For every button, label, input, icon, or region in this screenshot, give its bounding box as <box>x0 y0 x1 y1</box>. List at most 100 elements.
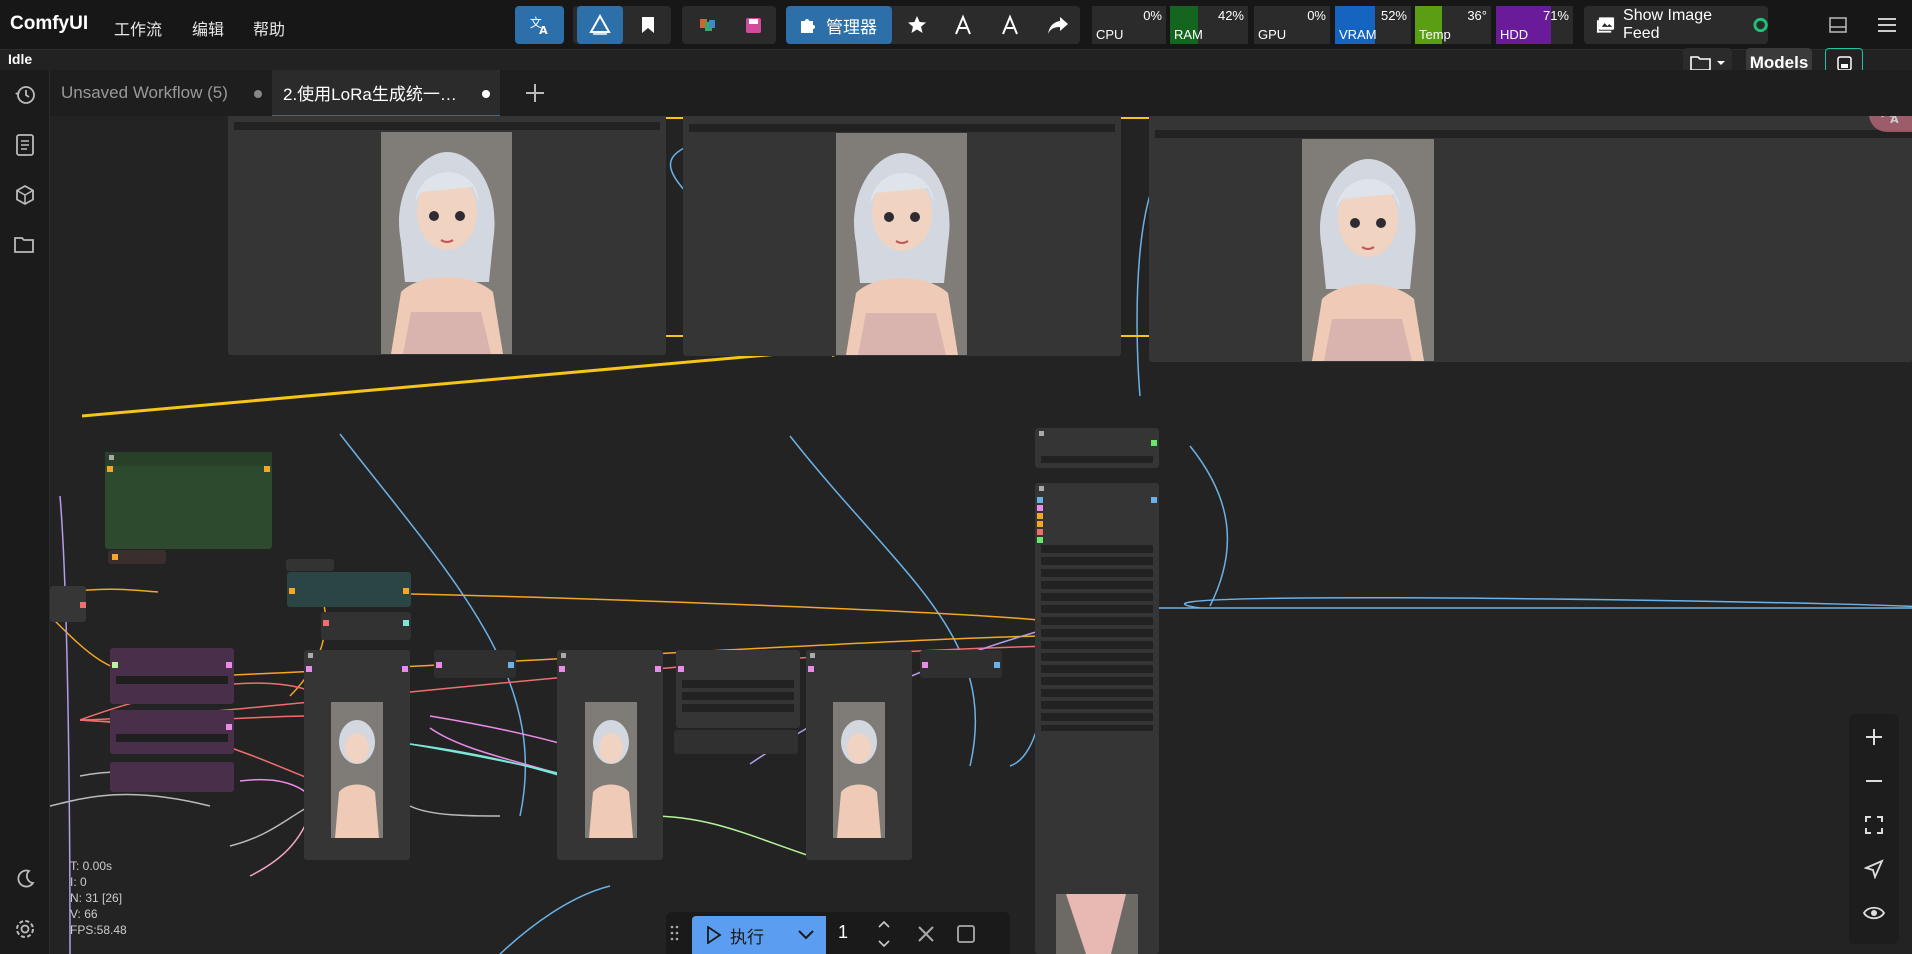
share-button[interactable] <box>1038 6 1078 44</box>
output-port[interactable] <box>226 724 232 730</box>
theme-toggle-button[interactable] <box>12 866 38 892</box>
widget-row[interactable] <box>682 692 794 700</box>
node-widget[interactable] <box>1041 456 1153 463</box>
star-button[interactable] <box>897 6 937 44</box>
stop-button[interactable] <box>956 924 976 944</box>
settings-button[interactable] <box>12 916 38 942</box>
sub-node[interactable] <box>674 730 798 754</box>
checkpoint-loader-node[interactable] <box>105 452 272 549</box>
input-port[interactable] <box>678 666 684 672</box>
prompt-node-1[interactable] <box>110 648 234 704</box>
reroute-node[interactable] <box>286 559 334 571</box>
collapse-handle[interactable] <box>308 653 313 658</box>
output-port[interactable] <box>1151 440 1157 446</box>
output-port[interactable] <box>1151 497 1157 503</box>
image-batch-node[interactable] <box>1035 483 1159 954</box>
small-node[interactable] <box>108 550 166 564</box>
widget-row[interactable] <box>682 704 794 712</box>
main-menu-button[interactable] <box>1870 6 1904 44</box>
collapse-handle[interactable] <box>561 653 566 658</box>
zoom-out-button[interactable] <box>1859 766 1889 796</box>
output-port[interactable] <box>403 588 409 594</box>
latent-node[interactable] <box>434 650 516 678</box>
queue-button[interactable] <box>12 132 38 158</box>
zoom-in-button[interactable] <box>1859 722 1889 752</box>
output-port[interactable] <box>402 666 408 672</box>
input-port[interactable] <box>922 662 928 668</box>
output-port[interactable] <box>264 466 270 472</box>
new-tab-button[interactable] <box>522 80 548 106</box>
collapse-handle[interactable] <box>810 653 815 658</box>
input-port[interactable] <box>1037 521 1043 527</box>
input-port[interactable] <box>306 666 312 672</box>
drag-handle[interactable] <box>670 924 680 942</box>
preview-image-node-3[interactable] <box>1149 116 1912 362</box>
run-button[interactable]: 执行 <box>692 916 786 954</box>
text-widget[interactable] <box>116 734 228 742</box>
export-api-button[interactable] <box>990 6 1030 44</box>
export-button[interactable] <box>943 6 983 44</box>
prompt-node-3[interactable] <box>110 762 234 792</box>
node-widget[interactable] <box>1155 130 1912 138</box>
select-mode-button[interactable] <box>1859 854 1889 884</box>
input-port[interactable] <box>112 662 118 668</box>
fit-view-button[interactable] <box>1859 810 1889 840</box>
input-port[interactable] <box>1037 537 1043 543</box>
collapse-handle[interactable] <box>1039 486 1044 491</box>
small-top-node[interactable] <box>1035 428 1159 468</box>
tab-lora-workflow[interactable]: 2.使用LoRa生成统一… <box>272 70 500 116</box>
collapse-handle[interactable] <box>109 455 114 460</box>
workflow-button[interactable] <box>577 6 623 44</box>
node-graph-canvas[interactable]: 文A <box>50 116 1912 954</box>
workflows-button[interactable] <box>12 232 38 258</box>
menu-edit[interactable]: 编辑 <box>192 16 224 40</box>
manager-button[interactable]: 管理器 <box>786 6 892 44</box>
palette-button[interactable] <box>688 6 728 44</box>
toggle-panel-button[interactable] <box>1823 6 1853 44</box>
settings-node[interactable] <box>676 650 800 728</box>
batch-count-stepper[interactable] <box>876 916 892 950</box>
output-port[interactable] <box>508 662 514 668</box>
bookmark-button[interactable] <box>628 6 668 44</box>
output-port[interactable] <box>655 666 661 672</box>
output-port[interactable] <box>226 662 232 668</box>
input-port[interactable] <box>1037 497 1043 503</box>
batch-count-input[interactable]: 1 <box>838 922 848 943</box>
prompt-node-2[interactable] <box>110 710 234 754</box>
widget-list[interactable] <box>1041 545 1153 731</box>
node-widget[interactable] <box>689 124 1115 132</box>
collapse-handle[interactable] <box>1039 431 1044 436</box>
menu-workflow[interactable]: 工作流 <box>114 16 162 40</box>
model-library-button[interactable] <box>12 182 38 208</box>
input-port[interactable] <box>1037 513 1043 519</box>
save-button[interactable] <box>733 6 773 44</box>
input-port[interactable] <box>1037 529 1043 535</box>
text-widget[interactable] <box>116 676 228 684</box>
cancel-run-button[interactable] <box>916 924 936 944</box>
output-port[interactable] <box>994 662 1000 668</box>
input-port[interactable] <box>559 666 565 672</box>
menu-help[interactable]: 帮助 <box>253 16 285 40</box>
port[interactable] <box>112 554 118 560</box>
input-port[interactable] <box>289 588 295 594</box>
run-mode-dropdown[interactable] <box>786 916 826 954</box>
widget-row[interactable] <box>682 680 794 688</box>
translate-button[interactable]: 文A <box>515 6 564 44</box>
show-image-feed-button[interactable]: Show Image Feed <box>1584 6 1768 44</box>
stat-i: I: 0 <box>70 875 87 889</box>
queue-history-button[interactable] <box>12 82 38 108</box>
output-port[interactable] <box>403 620 409 626</box>
input-port[interactable] <box>107 466 113 472</box>
input-port[interactable] <box>1037 505 1043 511</box>
toggle-links-button[interactable] <box>1859 898 1889 928</box>
input-port[interactable] <box>808 666 814 672</box>
tab-unsaved-workflow[interactable]: Unsaved Workflow (5) <box>50 70 272 116</box>
left-node[interactable] <box>50 586 86 622</box>
decode-node[interactable] <box>920 650 1002 678</box>
clip-node[interactable] <box>321 612 411 640</box>
input-port[interactable] <box>436 662 442 668</box>
lora-loader-node[interactable] <box>287 572 411 607</box>
node-widget[interactable] <box>234 122 660 130</box>
output-port[interactable] <box>80 602 86 608</box>
input-port[interactable] <box>323 620 329 626</box>
